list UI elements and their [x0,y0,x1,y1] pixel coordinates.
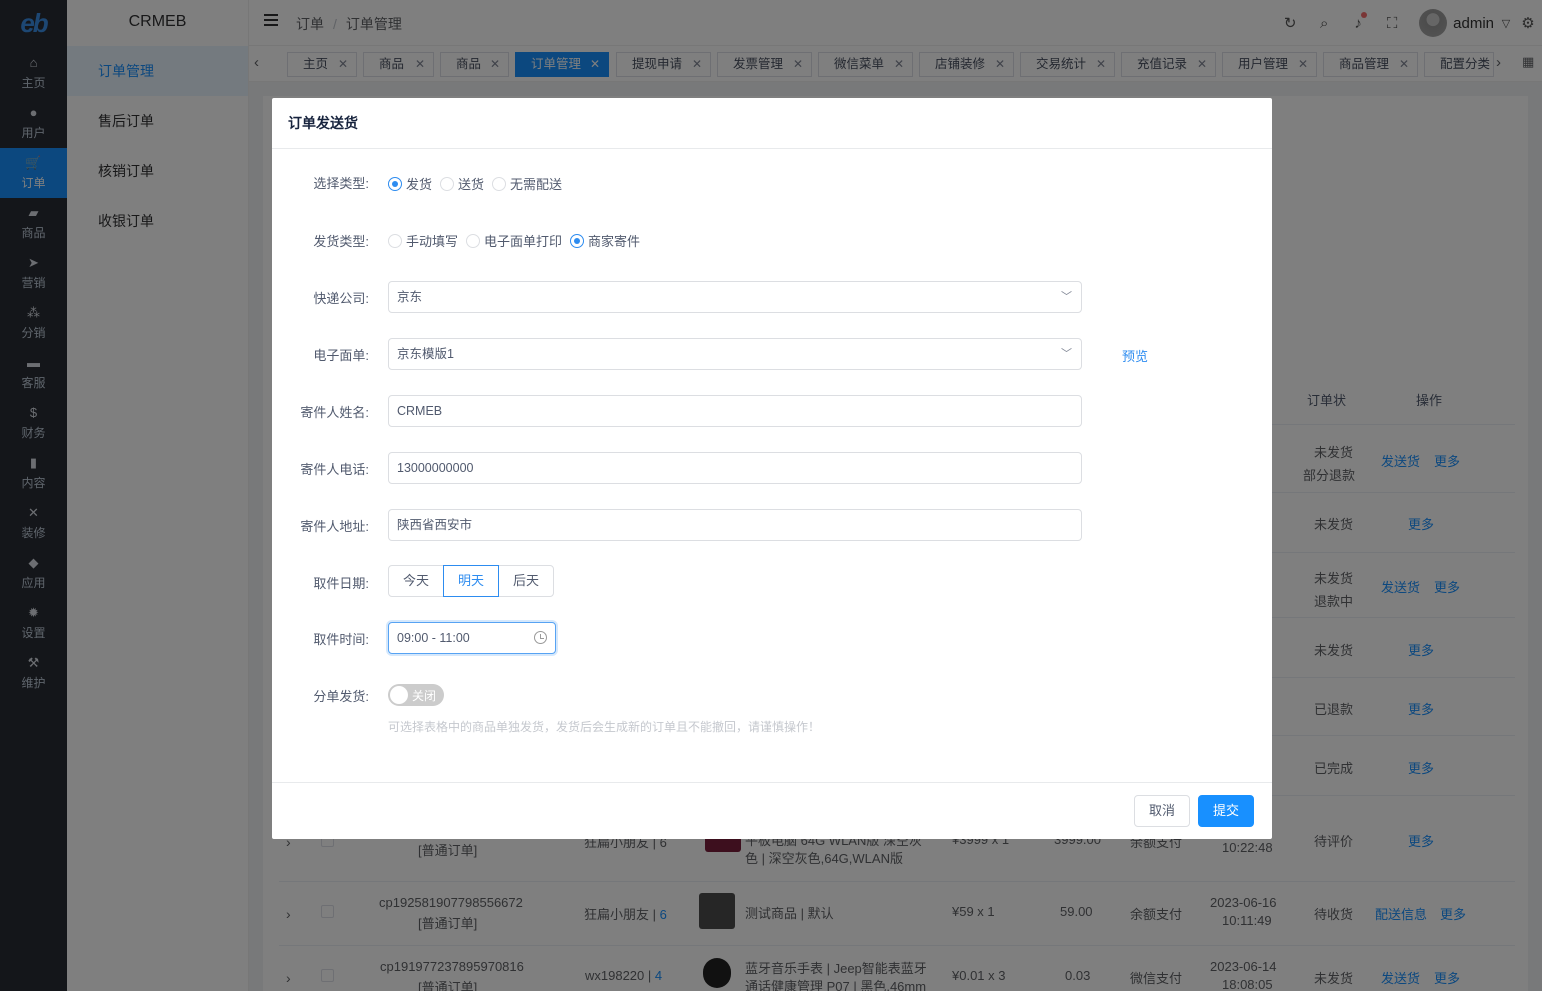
split-ship-hint: 可选择表格中的商品单独发货，发货后会生成新的订单且不能撤回，请谨慎操作！ [388,720,821,734]
pickup-time-label: 取件时间: [313,632,369,647]
clock-icon [534,631,547,644]
pickup-day-after-button[interactable]: 后天 [498,565,554,597]
chevron-down-icon: ﹀ [1061,348,1072,360]
ship-type-label: 发货类型: [313,234,369,249]
split-ship-switch[interactable]: 关闭 [388,684,444,706]
pickup-date-group: 今天 明天 后天 [388,565,554,597]
radio-ship[interactable]: 发货 [388,174,432,193]
sender-address-label: 寄件人地址: [300,519,369,534]
pickup-time-picker[interactable]: 09:00 - 11:00 [388,622,556,654]
radio-merchant-send[interactable]: 商家寄件 [570,231,640,250]
ship-type-radio-group: 手动填写 电子面单打印 商家寄件 [388,231,648,250]
express-select[interactable]: 京东 ﹀ [388,281,1082,313]
pickup-tomorrow-button[interactable]: 明天 [443,565,499,597]
waybill-select[interactable]: 京东模版1 ﹀ [388,338,1082,370]
pickup-today-button[interactable]: 今天 [388,565,444,597]
type-label: 选择类型: [313,176,369,191]
express-label: 快递公司: [313,291,369,306]
dialog-footer: 取消 提交 [272,782,1272,839]
split-ship-label: 分单发货: [313,689,369,704]
radio-no-delivery[interactable]: 无需配送 [492,174,562,193]
type-radio-group: 发货 送货 无需配送 [388,174,570,193]
sender-name-input[interactable]: CRMEB [388,395,1082,427]
waybill-label: 电子面单: [313,348,369,363]
cancel-button[interactable]: 取消 [1134,795,1190,827]
radio-manual[interactable]: 手动填写 [388,231,458,250]
chevron-down-icon: ﹀ [1061,291,1072,303]
ship-order-dialog: 订单发送货 选择类型: 发货 送货 无需配送 发货类型: 手动填写 电子面单打印… [272,98,1272,839]
sender-address-input[interactable]: 陕西省西安市 [388,509,1082,541]
radio-e-waybill[interactable]: 电子面单打印 [466,231,562,250]
dialog-title: 订单发送货 [272,98,1272,149]
sender-phone-label: 寄件人电话: [300,462,369,477]
radio-deliver[interactable]: 送货 [440,174,484,193]
submit-button[interactable]: 提交 [1198,795,1254,827]
preview-link[interactable]: 预览 [1122,346,1148,365]
sender-name-label: 寄件人姓名: [300,405,369,420]
pickup-date-label: 取件日期: [313,576,369,591]
sender-phone-input[interactable]: 13000000000 [388,452,1082,484]
